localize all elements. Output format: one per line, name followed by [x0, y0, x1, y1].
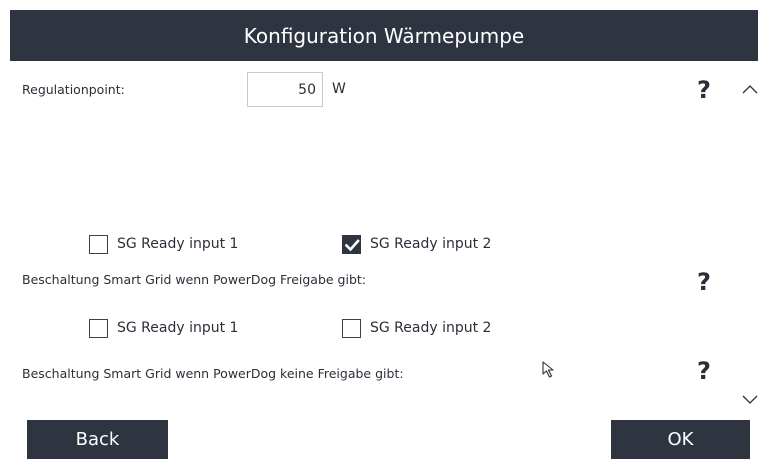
regulationpoint-unit: W: [332, 81, 346, 97]
regulationpoint-input[interactable]: [247, 72, 323, 107]
regulationpoint-help-button[interactable]: ?: [697, 76, 711, 104]
back-button-label: Back: [75, 429, 120, 450]
keine-freigabe-sg-ready-input-1-checkbox[interactable]: [89, 319, 108, 338]
ok-button-label: OK: [667, 429, 694, 450]
back-button[interactable]: Back: [27, 420, 168, 459]
checkmark-icon: [344, 239, 360, 252]
chevron-up-icon[interactable]: [742, 80, 758, 99]
keine-freigabe-sg-ready-input-2-label: SG Ready input 2: [370, 320, 492, 336]
freigabe-sg-ready-input-2-label: SG Ready input 2: [370, 236, 492, 252]
title-bar: Konfiguration Wärmepumpe: [10, 10, 758, 61]
keine-freigabe-label: Beschaltung Smart Grid wenn PowerDog kei…: [22, 366, 404, 381]
mouse-pointer-icon: [542, 361, 556, 383]
keine-freigabe-sg-ready-input-2-checkbox[interactable]: [342, 319, 361, 338]
freigabe-label: Beschaltung Smart Grid wenn PowerDog Fre…: [22, 272, 367, 287]
freigabe-help-button[interactable]: ?: [697, 268, 711, 296]
ok-button[interactable]: OK: [611, 420, 750, 459]
regulationpoint-label: Regulationpoint:: [22, 82, 125, 97]
page-title: Konfiguration Wärmepumpe: [243, 23, 525, 48]
keine-freigabe-help-button[interactable]: ?: [697, 357, 711, 385]
freigabe-sg-ready-input-1-checkbox[interactable]: [89, 235, 108, 254]
keine-freigabe-sg-ready-input-1-label: SG Ready input 1: [117, 320, 239, 336]
chevron-down-icon[interactable]: [742, 390, 758, 409]
freigabe-sg-ready-input-2-checkbox[interactable]: [342, 235, 361, 254]
freigabe-sg-ready-input-1-label: SG Ready input 1: [117, 236, 239, 252]
